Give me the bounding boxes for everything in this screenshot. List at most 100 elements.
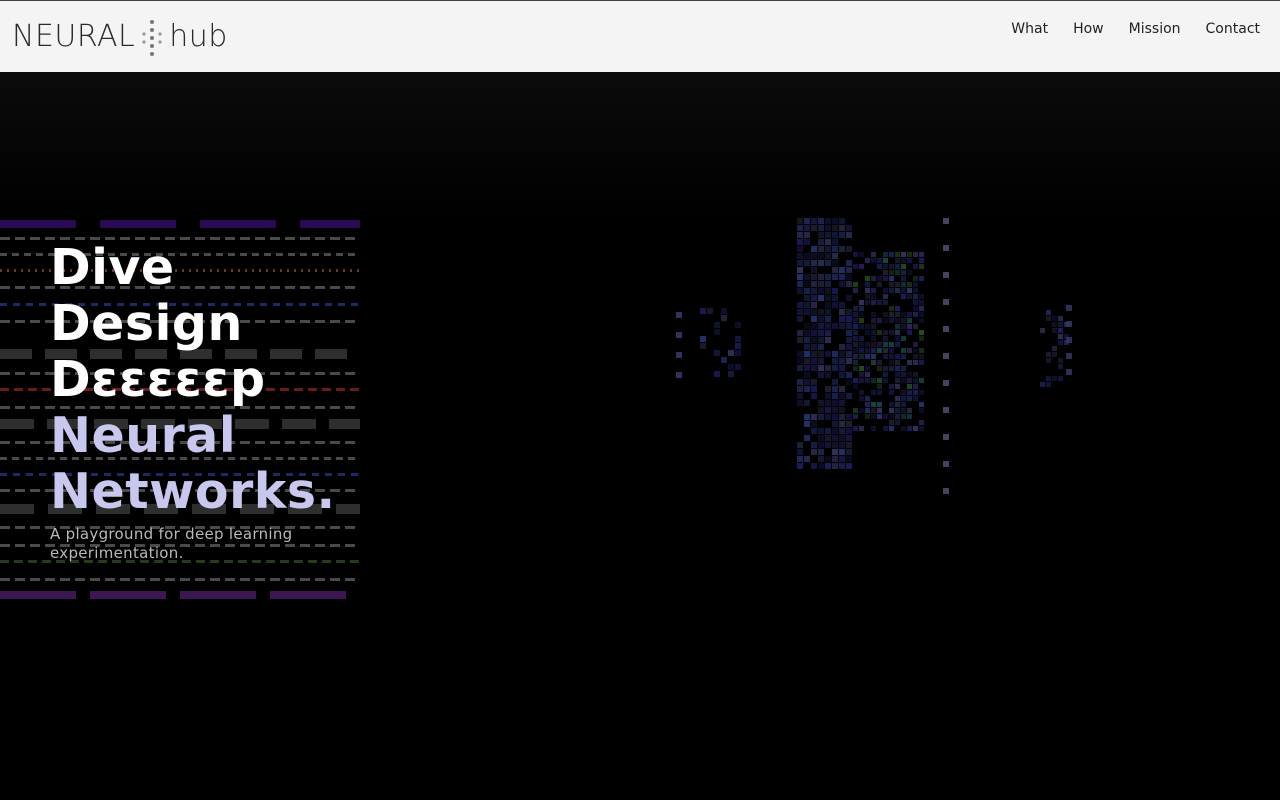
art-cell bbox=[832, 246, 838, 252]
art-cell bbox=[901, 378, 906, 383]
art-cell bbox=[825, 260, 831, 266]
art-cell bbox=[877, 258, 882, 263]
art-cell bbox=[350, 388, 359, 391]
art-cell bbox=[1052, 316, 1057, 321]
art-cell bbox=[913, 312, 918, 317]
art-cell bbox=[180, 578, 190, 581]
nav-link-mission[interactable]: Mission bbox=[1129, 19, 1181, 39]
art-cell bbox=[853, 360, 858, 365]
art-cell bbox=[853, 378, 858, 383]
art-cell bbox=[907, 258, 912, 263]
art-cell bbox=[825, 302, 831, 308]
art-cell bbox=[943, 326, 949, 332]
art-cell bbox=[811, 323, 817, 329]
art-cell bbox=[210, 578, 220, 581]
art-cell bbox=[865, 324, 870, 329]
art-cell bbox=[811, 225, 817, 231]
headline-line-design: Design bbox=[50, 295, 243, 352]
art-cell bbox=[15, 578, 25, 581]
nav-link-how[interactable]: How bbox=[1073, 19, 1104, 39]
art-cell bbox=[901, 372, 906, 377]
art-cell bbox=[700, 336, 706, 342]
art-cell bbox=[871, 408, 876, 413]
art-cell bbox=[889, 360, 894, 365]
headline-line-networks: Networks. bbox=[50, 463, 336, 520]
art-cell bbox=[300, 578, 310, 581]
art-cell bbox=[865, 396, 870, 401]
art-cell bbox=[825, 393, 831, 399]
art-cell bbox=[859, 366, 864, 371]
nav-link-what[interactable]: What bbox=[1011, 19, 1048, 39]
art-cell bbox=[853, 306, 858, 311]
art-cell bbox=[240, 578, 250, 581]
art-cell bbox=[839, 442, 845, 448]
art-cell bbox=[804, 386, 810, 392]
art-cell bbox=[1046, 352, 1051, 357]
art-cell bbox=[883, 366, 888, 371]
art-cell bbox=[100, 220, 176, 228]
art-cell bbox=[943, 488, 949, 494]
art-cell bbox=[877, 276, 882, 281]
art-cell bbox=[797, 358, 803, 364]
art-cell bbox=[797, 309, 803, 315]
art-cell bbox=[839, 218, 845, 224]
hero-subtitle: A playground for deep learning experimen… bbox=[50, 525, 293, 562]
art-cell bbox=[804, 358, 810, 364]
art-cell bbox=[889, 342, 894, 347]
art-cell bbox=[90, 591, 166, 599]
art-cell bbox=[919, 312, 924, 317]
art-cell bbox=[1066, 337, 1072, 343]
art-cell bbox=[839, 225, 845, 231]
art-cell bbox=[889, 312, 894, 317]
art-cell bbox=[804, 372, 810, 378]
art-cell bbox=[901, 414, 906, 419]
art-cell bbox=[895, 420, 900, 425]
art-cell bbox=[832, 239, 838, 245]
art-cell bbox=[889, 288, 894, 293]
art-cell bbox=[707, 308, 713, 314]
art-cell bbox=[907, 360, 912, 365]
art-cell bbox=[839, 456, 845, 462]
art-cell bbox=[721, 315, 727, 321]
hero-section: Dive Design Dεεεεεp Neural Networks. A p… bbox=[0, 72, 1280, 800]
art-cell bbox=[877, 390, 882, 395]
art-cell bbox=[804, 351, 810, 357]
art-cell bbox=[853, 366, 858, 371]
art-cell bbox=[846, 309, 852, 315]
art-cell bbox=[0, 406, 10, 409]
art-cell bbox=[1066, 321, 1072, 327]
nav-link-contact[interactable]: Contact bbox=[1206, 19, 1260, 39]
art-cell bbox=[871, 300, 876, 305]
art-cell bbox=[853, 426, 858, 431]
art-cell bbox=[846, 246, 852, 252]
art-cell bbox=[901, 318, 906, 323]
art-cell bbox=[865, 282, 870, 287]
art-cell bbox=[818, 246, 824, 252]
neuralhub-logo[interactable]: NEURAL hub bbox=[12, 17, 228, 57]
art-cell bbox=[895, 360, 900, 365]
art-cell bbox=[859, 372, 864, 377]
art-cell bbox=[839, 386, 845, 392]
art-cell bbox=[919, 426, 924, 431]
art-cell bbox=[811, 253, 817, 259]
art-cell bbox=[907, 270, 912, 275]
art-cell bbox=[825, 253, 831, 259]
art-cell bbox=[818, 239, 824, 245]
art-cell bbox=[811, 463, 817, 469]
art-cell bbox=[825, 372, 831, 378]
art-cell bbox=[895, 312, 900, 317]
art-cell bbox=[1052, 346, 1057, 351]
art-cell bbox=[797, 330, 803, 336]
art-cell bbox=[877, 348, 882, 353]
art-cell bbox=[714, 322, 720, 328]
art-cell bbox=[865, 378, 870, 383]
art-cell bbox=[818, 323, 824, 329]
art-cell bbox=[907, 408, 912, 413]
network-visualization-art bbox=[676, 218, 1072, 494]
art-cell bbox=[883, 264, 888, 269]
art-cell bbox=[825, 456, 831, 462]
art-cell bbox=[859, 318, 864, 323]
art-cell bbox=[797, 302, 803, 308]
art-cell bbox=[877, 300, 882, 305]
art-cell bbox=[907, 252, 912, 257]
